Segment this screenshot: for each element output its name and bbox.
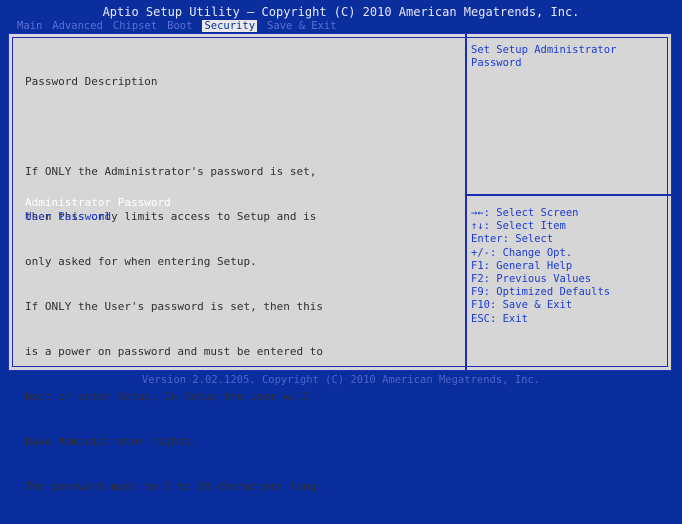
key-legend: →←: Select Screen ↑↓: Select Item Enter:… [471, 207, 667, 326]
tab-advanced[interactable]: Advanced [52, 20, 103, 32]
description-line: If ONLY the User's password is set, then… [25, 300, 324, 313]
footer-version: Version 2.02.1205. Copyright (C) 2010 Am… [141, 374, 541, 386]
key-row: ESC: Exit [471, 313, 667, 326]
tab-save-exit[interactable]: Save & Exit [267, 20, 337, 32]
tab-security[interactable]: Security [202, 20, 258, 32]
description-line: have Administrator rights. [25, 435, 198, 448]
key-label: F1 [471, 259, 484, 272]
key-row: F1: General Help [471, 260, 667, 273]
arrows-left-right-icon: →← [471, 207, 484, 219]
tab-boot[interactable]: Boot [167, 20, 192, 32]
app-title: Aptio Setup Utility – Copyright (C) 2010… [102, 5, 580, 19]
vertical-divider [465, 34, 467, 370]
key-row: Enter: Select [471, 233, 667, 246]
tab-chipset[interactable]: Chipset [113, 20, 157, 32]
key-row: ↑↓: Select Item [471, 220, 667, 233]
horizontal-divider [467, 194, 673, 196]
key-label: F10 [471, 299, 490, 312]
key-desc: : General Help [483, 259, 573, 272]
description-line: The password must be 3 to 20 characters … [25, 480, 324, 493]
main-panel: Password Description If ONLY the Adminis… [8, 33, 673, 493]
key-desc: : Save & Exit [489, 299, 573, 312]
key-desc: : Exit [489, 312, 528, 325]
description-line: only asked for when entering Setup. [25, 255, 257, 268]
tab-main[interactable]: Main [17, 20, 42, 32]
key-desc: : Previous Values [483, 273, 592, 286]
key-desc: : Select Item [483, 220, 566, 233]
arrows-up-down-icon: ↑↓ [471, 220, 484, 233]
description-block: Password Description If ONLY the Adminis… [25, 44, 455, 524]
key-row: →←: Select Screen [471, 207, 667, 220]
key-label: +/- [471, 246, 490, 259]
key-row: F10: Save & Exit [471, 299, 667, 312]
section-title: Password Description [25, 75, 158, 88]
user-password-option[interactable]: User Password [25, 210, 171, 224]
key-desc: : Select [502, 233, 554, 246]
key-desc: : Select Screen [483, 207, 579, 219]
key-desc: : Change Opt. [489, 246, 573, 259]
key-label: ESC [471, 312, 490, 325]
key-label: Enter [471, 233, 503, 246]
menu-bar: Main Advanced Chipset Boot Security Save… [17, 20, 347, 32]
key-desc: : Optimized Defaults [483, 286, 611, 299]
key-label: F9 [471, 286, 484, 299]
key-row: +/-: Change Opt. [471, 247, 667, 260]
password-options: Administrator Password User Password [25, 196, 171, 224]
administrator-password-option[interactable]: Administrator Password [25, 196, 171, 210]
description-line: If ONLY the Administrator's password is … [25, 165, 317, 178]
key-row: F9: Optimized Defaults [471, 286, 667, 299]
key-label: F2 [471, 273, 484, 286]
key-row: F2: Previous Values [471, 273, 667, 286]
help-text: Set Setup Administrator Password [471, 44, 617, 69]
description-line: is a power on password and must be enter… [25, 345, 324, 358]
description-line: boot or enter Setup. In Setup the User w… [25, 390, 310, 403]
